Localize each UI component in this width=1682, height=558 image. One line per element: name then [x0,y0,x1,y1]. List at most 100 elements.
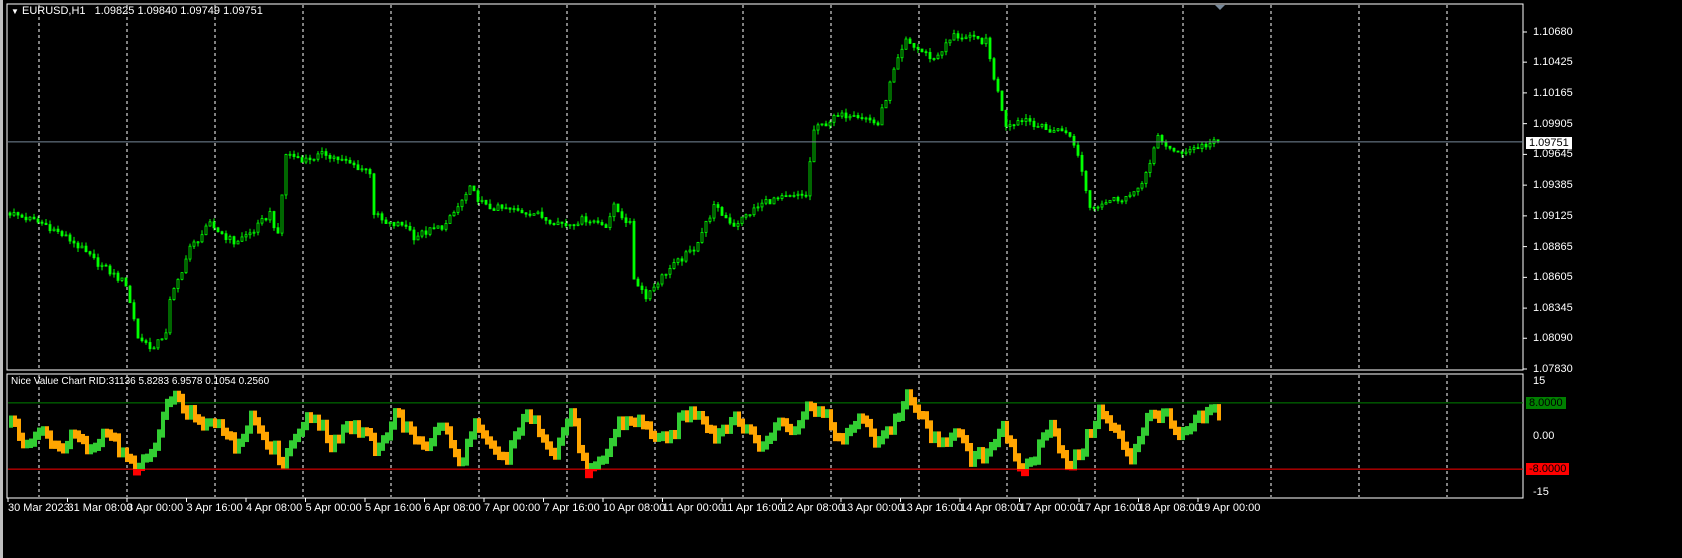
value-chart-bar [221,419,225,436]
value-chart-bar [333,434,337,453]
candle-body [336,156,340,161]
value-chart-bar [29,438,33,449]
ohlc-values: 1.09825 1.09840 1.09749 1.09751 [94,5,263,17]
value-chart-bar [837,432,841,442]
value-chart-bar [957,428,961,438]
price-axis-label: 1.08605 [1533,271,1573,284]
candle-body [780,195,784,199]
value-chart-bar [633,417,637,428]
candle-body [976,35,980,39]
value-chart-bar [585,452,589,470]
candle-body [400,221,404,226]
candle-body [284,154,288,196]
value-chart-bar [93,442,97,453]
candle-body [720,207,724,216]
candle-body [632,220,636,280]
candle-body [692,249,696,252]
value-chart-bar [873,428,877,448]
value-chart-bar [1077,449,1081,461]
candle-body [404,224,408,227]
symbol-header: ▼ EURUSD,H1 1.09825 1.09840 1.09749 1.09… [11,5,263,18]
value-chart-bar [177,390,181,403]
value-chart-bar [885,426,889,439]
candle-body [252,231,256,234]
value-chart-bar [1025,458,1029,470]
candle-body [424,230,428,235]
value-chart-bar [601,455,605,465]
candle-body [504,207,508,210]
candle-body [248,232,252,236]
candle-body [1144,172,1148,184]
value-chart-bar [901,401,905,421]
candle-body [784,195,788,198]
candle-body [1044,123,1048,131]
value-chart-bar [385,432,389,444]
value-chart-bar [881,430,885,445]
value-chart-bar [529,409,533,424]
value-chart-bar [65,440,69,454]
chart-shift-marker-icon [1215,5,1225,10]
chart-window[interactable]: ▼ EURUSD,H1 1.09825 1.09840 1.09749 1.09… [0,0,1682,558]
candle-body [568,224,572,227]
chart-canvas[interactable] [3,0,1682,558]
candle-body [956,33,960,39]
candle-body [548,219,552,224]
value-chart-bar [629,416,633,426]
value-chart-bar-extreme [593,469,597,472]
candle-body [152,347,156,350]
candle-body [512,208,516,211]
candle-body [704,220,708,233]
value-chart-bar [1021,463,1025,470]
value-chart-bar [453,440,457,458]
candle-body [1060,128,1064,132]
candle-body [528,213,532,216]
candle-body [60,231,64,236]
value-chart-bar [441,422,445,431]
candle-body [272,211,276,229]
value-chart-bar [685,410,689,423]
value-chart-bar [553,447,557,460]
candle-body [304,157,308,163]
value-chart-bar [89,444,93,455]
candle-body [540,211,544,218]
value-chart-bar [1129,448,1133,465]
candle-body [908,38,912,44]
value-chart-bar [1153,409,1157,419]
value-chart-bar [981,447,985,464]
candle-body [120,277,124,281]
value-chart-bar [825,409,829,418]
value-chart-bar [433,426,437,447]
value-chart-bar [261,425,265,441]
collapse-triangle-icon[interactable]: ▼ [11,7,19,16]
value-chart-bar [353,420,357,435]
value-chart-bar [745,424,749,434]
candle-body [368,169,372,175]
value-chart-bar [1113,422,1117,433]
value-chart-bar-extreme [133,469,137,476]
value-chart-bar [1149,409,1153,422]
value-chart-bar [689,406,693,423]
value-chart-bar [933,431,937,444]
candle-body [1028,118,1032,122]
candle-body [32,216,36,220]
time-axis-label: 17 Apr 16:00 [1079,502,1142,514]
candle-body [344,158,348,161]
time-axis-label: 13 Apr 00:00 [841,502,904,514]
candle-body [1188,148,1192,153]
value-chart-bar [173,390,177,405]
candle-body [492,208,496,211]
candle-body [1072,135,1076,146]
candle-body [848,115,852,119]
value-chart-bar [693,406,697,420]
candle-body [576,223,580,226]
candle-body [988,37,992,60]
candle-body [992,58,996,80]
candle-body [280,194,284,234]
candle-body [208,221,212,227]
value-chart-bar [849,424,853,437]
value-chart-bar [105,428,109,438]
indicator-label: Nice Value Chart RID:31136 5.8283 6.9578… [11,376,270,387]
candle-body [636,278,640,287]
value-chart-bar [485,430,489,445]
candle-body [752,207,756,216]
